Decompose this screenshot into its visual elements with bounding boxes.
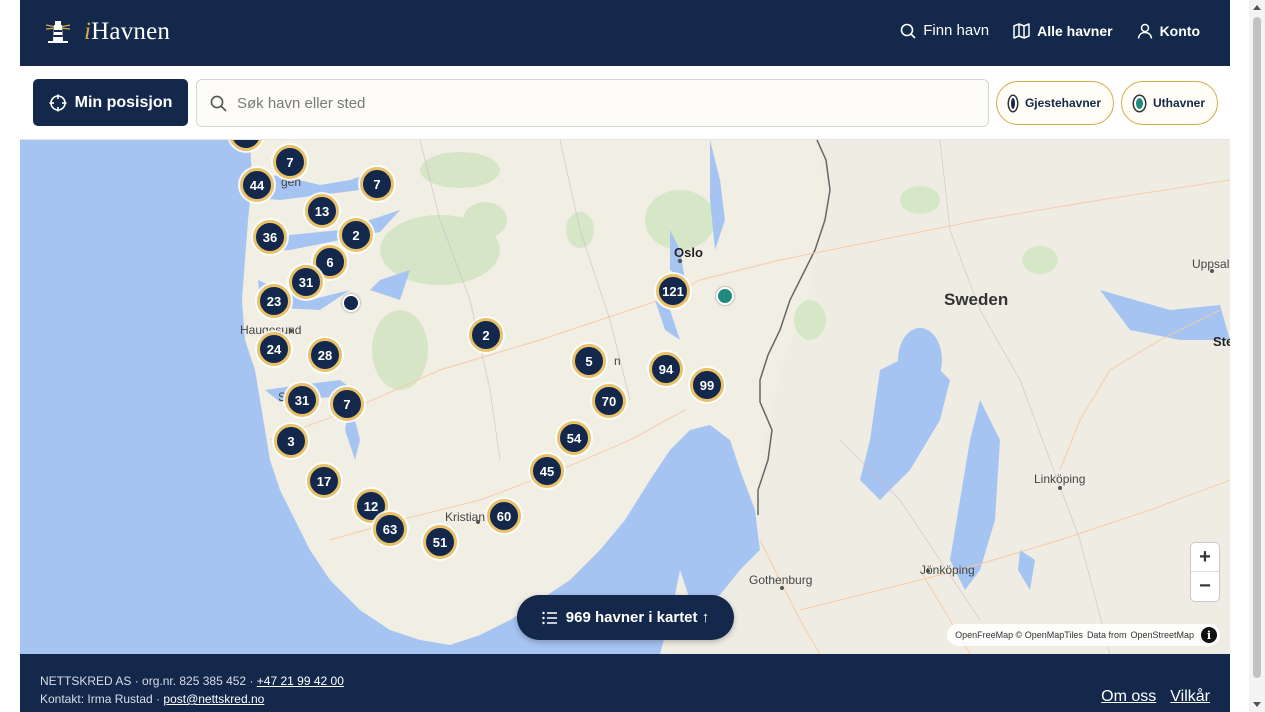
footer-contact-line: Kontakt: Irma Rustad · post@nettskred.no bbox=[40, 692, 264, 706]
my-position-label: Min posisjon bbox=[74, 93, 173, 111]
harbor-cluster[interactable]: 31 bbox=[289, 265, 323, 299]
harbor-cluster[interactable]: 45 bbox=[530, 454, 564, 488]
harbor-cluster[interactable]: 99 bbox=[690, 368, 724, 402]
zoom-out-button[interactable]: − bbox=[1191, 572, 1219, 601]
attribution-openfreemap[interactable]: OpenFreeMap © OpenMapTiles bbox=[955, 630, 1083, 640]
harbor-cluster[interactable]: 36 bbox=[253, 220, 287, 254]
footer-terms-link[interactable]: Vilkår bbox=[1170, 688, 1210, 706]
harbor-list-button[interactable]: 969 havner i kartet ↑ bbox=[517, 595, 734, 640]
scroll-down-arrow-icon[interactable] bbox=[1253, 702, 1261, 707]
harbor-cluster[interactable]: 2 bbox=[469, 318, 503, 352]
harbor-cluster[interactable]: 17 bbox=[307, 464, 341, 498]
crosshair-icon bbox=[49, 94, 67, 111]
harbor-cluster[interactable]: 63 bbox=[373, 512, 407, 546]
search-icon bbox=[210, 95, 227, 112]
harbor-cluster[interactable]: 5 bbox=[572, 344, 606, 378]
harbor-cluster[interactable]: 13 bbox=[305, 194, 339, 228]
my-position-button[interactable]: Min posisjon bbox=[33, 79, 188, 126]
attribution-osm[interactable]: OpenStreetMap bbox=[1130, 630, 1194, 640]
filter-guest-harbors-label: Gjestehavner bbox=[1024, 96, 1101, 110]
search-icon bbox=[900, 23, 916, 39]
harbor-cluster[interactable]: 24 bbox=[257, 332, 291, 366]
map-icon bbox=[1013, 22, 1030, 39]
label-stockholm: Ste bbox=[1213, 334, 1230, 349]
map-toolbar: Min posisjon Gjestehavner Uthavner bbox=[20, 66, 1230, 140]
harbor-cluster[interactable]: 28 bbox=[308, 338, 342, 372]
label-sweden: Sweden bbox=[944, 290, 1009, 309]
footer-phone-link[interactable]: +47 21 99 42 00 bbox=[257, 674, 344, 688]
zoom-in-button[interactable]: + bbox=[1191, 543, 1219, 572]
nav-account-label: Konto bbox=[1159, 22, 1200, 39]
logo-text: iHavnen bbox=[84, 18, 171, 45]
nav-find-harbor-label: Finn havn bbox=[923, 22, 990, 39]
harbor-list-label: 969 havner i kartet ↑ bbox=[565, 609, 710, 626]
label-jonkoping: Jönköping bbox=[920, 563, 975, 577]
label-linkoping: Linköping bbox=[1034, 472, 1086, 486]
scroll-up-arrow-icon[interactable] bbox=[1253, 5, 1261, 10]
info-icon[interactable]: i bbox=[1201, 627, 1217, 643]
harbor-cluster[interactable]: 60 bbox=[487, 499, 521, 533]
harbor-cluster[interactable]: 44 bbox=[240, 168, 274, 202]
footer-company: NETTSKRED AS · org.nr. 825 385 452 · bbox=[40, 674, 254, 688]
harbor-cluster[interactable]: 51 bbox=[423, 525, 457, 559]
nav-account[interactable]: Konto bbox=[1137, 23, 1200, 39]
guest-harbor-dot-icon bbox=[1009, 95, 1017, 111]
label-oslo: Oslo bbox=[674, 245, 703, 260]
search-box bbox=[196, 79, 989, 127]
label-arendal-fragment: n bbox=[614, 354, 621, 368]
harbor-map[interactable]: Oslo Sweden Haugesund Kristian Uppsal St… bbox=[20, 140, 1230, 654]
footer-about-link[interactable]: Om oss bbox=[1101, 688, 1156, 706]
nav-all-harbors-label: Alle havner bbox=[1037, 22, 1113, 39]
filter-guest-harbors[interactable]: Gjestehavner bbox=[996, 81, 1114, 125]
site-footer: NETTSKRED AS · org.nr. 825 385 452 · +47… bbox=[20, 654, 1230, 712]
attribution-data-from: Data from bbox=[1086, 630, 1127, 640]
zoom-control: + − bbox=[1191, 543, 1219, 601]
label-kristiansand: Kristian bbox=[445, 510, 486, 524]
nav-all-harbors[interactable]: Alle havner bbox=[1013, 22, 1113, 39]
harbor-cluster[interactable]: 7 bbox=[330, 387, 364, 421]
filter-out-harbors[interactable]: Uthavner bbox=[1121, 81, 1218, 125]
search-input[interactable] bbox=[237, 94, 937, 112]
filter-out-harbors-label: Uthavner bbox=[1152, 96, 1205, 110]
harbor-cluster[interactable]: 7 bbox=[273, 145, 307, 179]
list-icon bbox=[542, 611, 557, 624]
nav-find-harbor[interactable]: Finn havn bbox=[900, 22, 989, 39]
lighthouse-icon bbox=[45, 21, 71, 43]
harbor-cluster[interactable]: 3 bbox=[274, 424, 308, 458]
harbor-cluster[interactable]: 94 bbox=[649, 352, 683, 386]
harbor-cluster[interactable]: 70 bbox=[592, 384, 626, 418]
harbor-cluster[interactable]: 54 bbox=[557, 421, 591, 455]
out-harbor-pin[interactable] bbox=[716, 287, 734, 305]
harbor-cluster[interactable]: 121 bbox=[656, 274, 690, 308]
page-scrollbar[interactable] bbox=[1249, 0, 1265, 712]
harbor-cluster[interactable]: 31 bbox=[285, 383, 319, 417]
scrollbar-thumb[interactable] bbox=[1253, 17, 1261, 678]
map-attribution: OpenFreeMap © OpenMapTiles Data from Ope… bbox=[947, 624, 1220, 646]
label-uppsala: Uppsal bbox=[1192, 257, 1230, 271]
harbor-cluster[interactable]: 23 bbox=[257, 284, 291, 318]
footer-company-line: NETTSKRED AS · org.nr. 825 385 452 · +47… bbox=[40, 674, 344, 688]
site-logo[interactable]: iHavnen bbox=[42, 17, 170, 47]
user-icon bbox=[1137, 23, 1152, 39]
footer-links: Om oss Vilkår bbox=[1101, 688, 1210, 706]
footer-contact: Kontakt: Irma Rustad · bbox=[40, 692, 161, 706]
harbor-cluster[interactable]: 7 bbox=[360, 167, 394, 201]
main-nav: Finn havn Alle havner Konto bbox=[900, 22, 1200, 39]
out-harbor-dot-icon bbox=[1134, 95, 1145, 111]
harbor-cluster[interactable]: 2 bbox=[339, 218, 373, 252]
label-gothenburg: Gothenburg bbox=[749, 573, 813, 587]
site-header: iHavnen Finn havn Alle havner Konto bbox=[20, 0, 1230, 66]
guest-harbor-pin[interactable] bbox=[342, 294, 360, 312]
footer-email-link[interactable]: post@nettskred.no bbox=[163, 692, 264, 706]
